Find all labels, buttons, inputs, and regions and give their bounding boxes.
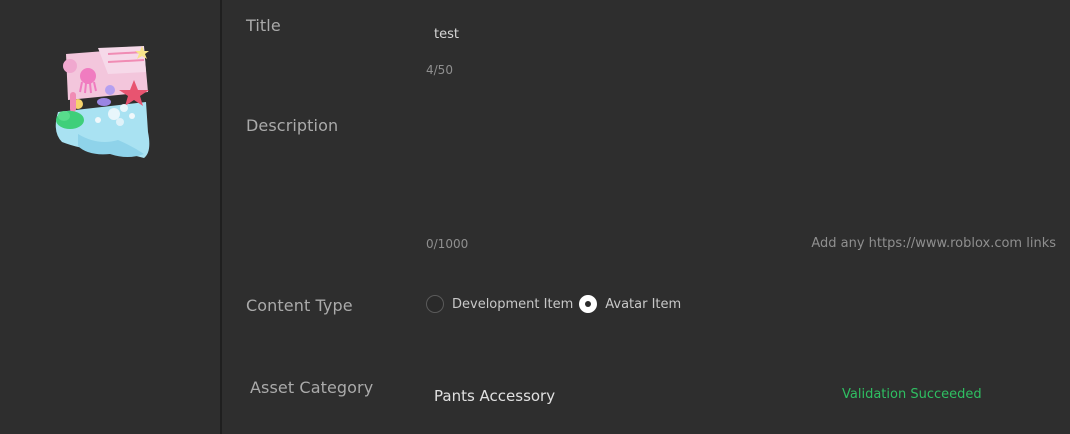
description-input[interactable] (426, 110, 1056, 230)
description-label: Description (246, 116, 339, 135)
content-type-radio-group: Development Item Avatar Item (426, 294, 687, 314)
validation-status: Validation Succeeded (842, 387, 982, 402)
content-type-label: Content Type (246, 296, 353, 315)
description-links-hint: Add any https://www.roblox.com links (811, 236, 1056, 251)
radio-checked-icon[interactable] (579, 295, 598, 313)
description-char-counter: 0/1000 (426, 237, 469, 251)
title-input[interactable]: test (434, 27, 459, 42)
radio-label-avatar-item: Avatar Item (605, 296, 682, 312)
title-char-counter: 4/50 (426, 63, 453, 77)
publish-asset-dialog: Title test 4/50 Description 0/1000 Add a… (0, 0, 1070, 434)
asset-category-label: Asset Category (250, 378, 374, 397)
radio-unchecked-icon[interactable] (426, 295, 444, 313)
title-label: Title (246, 16, 281, 35)
asset-category-value: Pants Accessory (434, 387, 556, 405)
preview-panel (0, 0, 220, 434)
radio-avatar-item[interactable]: Avatar Item (579, 295, 681, 313)
pants-accessory-thumbnail-icon (55, 46, 150, 158)
radio-development-item[interactable]: Development Item (426, 295, 573, 313)
panel-divider (220, 0, 222, 434)
radio-label-development-item: Development Item (452, 296, 574, 312)
